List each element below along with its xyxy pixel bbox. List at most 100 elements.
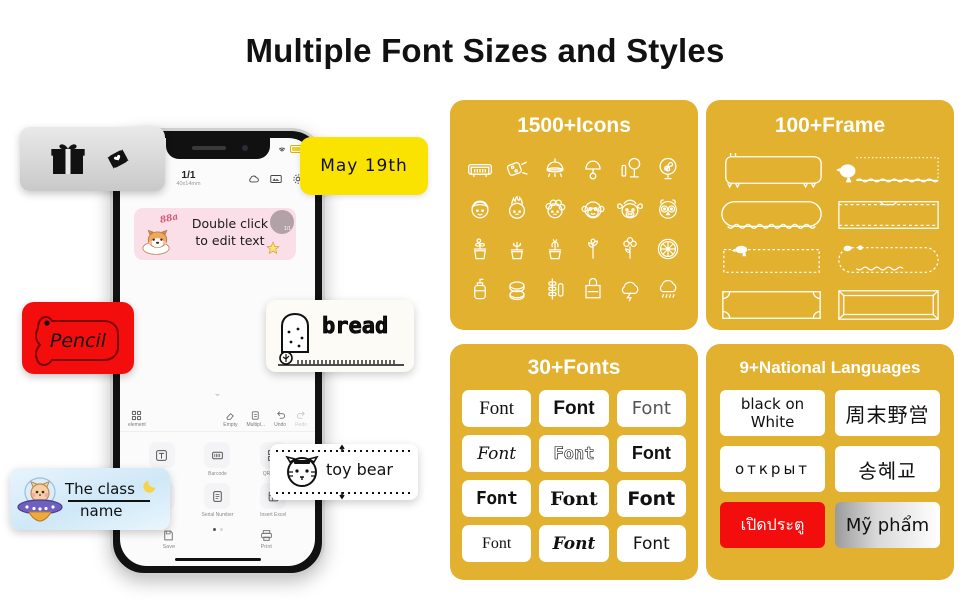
icon-grid xyxy=(450,138,698,306)
multiply-label: Multipl... xyxy=(246,421,266,428)
font-sample[interactable]: Font xyxy=(462,480,532,517)
font-sample[interactable]: Font xyxy=(539,435,609,472)
panel-fonts-title: 30+Fonts xyxy=(527,356,621,379)
corner-ornament-frame xyxy=(718,287,825,323)
panel-fonts: 30+Fonts Font Font Font Font Font Font F… xyxy=(450,344,698,580)
undo-button[interactable]: Undo xyxy=(274,410,286,428)
panel-languages-title: 9+National Languages xyxy=(739,358,921,377)
home-indicator xyxy=(174,557,261,561)
language-sample[interactable]: เปิดประตู xyxy=(720,502,825,548)
empty-button[interactable]: Empty xyxy=(223,410,237,428)
rain-cloud-icon xyxy=(650,272,686,306)
language-sample[interactable]: black on White xyxy=(720,390,825,436)
font-sample[interactable]: Font xyxy=(539,525,609,562)
cow-face-icon xyxy=(613,192,649,226)
print-button[interactable]: Print xyxy=(260,529,273,550)
font-grid: Font Font Font Font Font Font Font Font … xyxy=(450,380,698,562)
sticker-bear-label[interactable]: toy bear xyxy=(270,444,418,500)
tool-head-bar: element Empty Multipl... Undo Redo xyxy=(120,406,315,432)
frame-grid xyxy=(706,138,954,323)
language-sample[interactable]: открыт xyxy=(720,446,825,492)
sticker-gift-label[interactable] xyxy=(20,127,165,191)
shiba-dog-sticker xyxy=(142,229,170,255)
preview-icon[interactable] xyxy=(269,172,283,186)
text-icon xyxy=(156,449,168,461)
cloud-icon[interactable] xyxy=(247,172,261,186)
panel-frames-title: 100+Frame xyxy=(774,114,886,137)
language-sample[interactable]: Mỹ phẩm xyxy=(835,502,940,548)
save-button[interactable]: Save xyxy=(162,529,175,550)
sticker-pencil-label[interactable]: Pencil xyxy=(22,302,134,374)
moon-icon xyxy=(143,480,156,493)
font-sample[interactable]: Font xyxy=(462,435,532,472)
panel-languages: 9+National Languages black on White 周末野営… xyxy=(706,344,954,580)
tool-barcode[interactable]: Barcode xyxy=(190,442,246,477)
sticker-bread-label[interactable]: bread xyxy=(266,300,414,372)
font-sample[interactable]: Font xyxy=(616,435,686,472)
save-icon xyxy=(164,530,174,541)
bunny-banner-frame xyxy=(718,152,825,188)
tool-text-box xyxy=(148,442,175,468)
label-page-badge[interactable]: 1/1 xyxy=(270,210,294,234)
tool-serial-number[interactable]: Serial Number xyxy=(190,483,246,518)
font-sample[interactable]: Font xyxy=(539,480,609,517)
language-sample[interactable]: 송혜교 xyxy=(835,446,940,492)
save-label: Save xyxy=(162,544,176,550)
font-sample[interactable]: Font xyxy=(616,525,686,562)
redo-label: Redo xyxy=(295,421,307,428)
bird-dotted-frame xyxy=(835,152,942,188)
redo-button[interactable]: Redo xyxy=(295,410,307,428)
top-actions xyxy=(247,172,305,186)
owl-face-icon xyxy=(650,192,686,226)
boy-face-icon xyxy=(462,192,498,226)
font-sample[interactable]: Font xyxy=(462,525,532,562)
tool-barcode-label: Barcode xyxy=(208,471,227,477)
floor-lamp-icon xyxy=(613,152,649,186)
tool-serial-box xyxy=(204,483,231,509)
serial-number-icon xyxy=(213,490,222,502)
chevron-down-icon[interactable]: ⌄ xyxy=(213,388,221,399)
electric-fan-icon xyxy=(650,152,686,186)
sticker-may-label[interactable]: May 19th xyxy=(300,137,428,195)
sticker-class-line1: The class xyxy=(65,480,135,498)
canvas-label-card[interactable]: 88a Double click to edit text 1/1 xyxy=(134,208,296,260)
flower-stem-icon xyxy=(613,232,649,266)
label-page-badge-count: 1/1 xyxy=(284,226,291,232)
curly-hair-face-icon xyxy=(537,192,573,226)
sticker-may-text: May 19th xyxy=(320,156,408,176)
multiply-button[interactable]: Multipl... xyxy=(246,410,265,428)
undo-icon xyxy=(276,410,285,419)
thunder-cloud-icon xyxy=(613,272,649,306)
front-camera-icon xyxy=(241,145,248,151)
language-sample[interactable]: 周末野営 xyxy=(835,390,940,436)
panel-icons: 1500+Icons xyxy=(450,100,698,330)
multiply-icon xyxy=(252,410,259,420)
paper-bag-icon xyxy=(575,272,611,306)
rounded-stitch-frame xyxy=(718,197,825,233)
pendant-lamp-icon xyxy=(537,152,573,186)
font-sample[interactable]: Font xyxy=(616,480,686,517)
element-button[interactable]: element xyxy=(128,410,146,428)
table-lamp-icon xyxy=(575,152,611,186)
phone-notch xyxy=(165,138,270,159)
font-sample[interactable]: Font xyxy=(616,390,686,427)
star-icon xyxy=(266,241,280,254)
font-sample[interactable]: Font xyxy=(462,390,532,427)
sprout-icon xyxy=(575,232,611,266)
potted-plant-icon xyxy=(462,232,498,266)
pump-bottle-icon xyxy=(462,272,498,306)
page-title: Multiple Font Sizes and Styles xyxy=(245,32,725,69)
font-sample[interactable]: Font xyxy=(539,390,609,427)
cat-ufo-icon xyxy=(17,477,63,522)
canvas-label-line1: Double click xyxy=(191,216,269,231)
dashed-bird-frame xyxy=(718,242,825,278)
sticker-bear-text: toy bear xyxy=(326,460,393,479)
undo-label: Undo xyxy=(274,421,287,428)
printer-icon xyxy=(260,530,272,541)
tool-serial-label: Serial Number xyxy=(201,512,234,518)
sticker-pencil-text: Pencil xyxy=(49,330,107,352)
sticker-class-label[interactable]: The class name xyxy=(10,468,170,530)
tool-barcode-box xyxy=(204,442,231,468)
panel-icons-title: 1500+Icons xyxy=(517,114,631,137)
language-grid: black on White 周末野営 открыт 송혜교 เปิดประตู… xyxy=(706,378,954,548)
